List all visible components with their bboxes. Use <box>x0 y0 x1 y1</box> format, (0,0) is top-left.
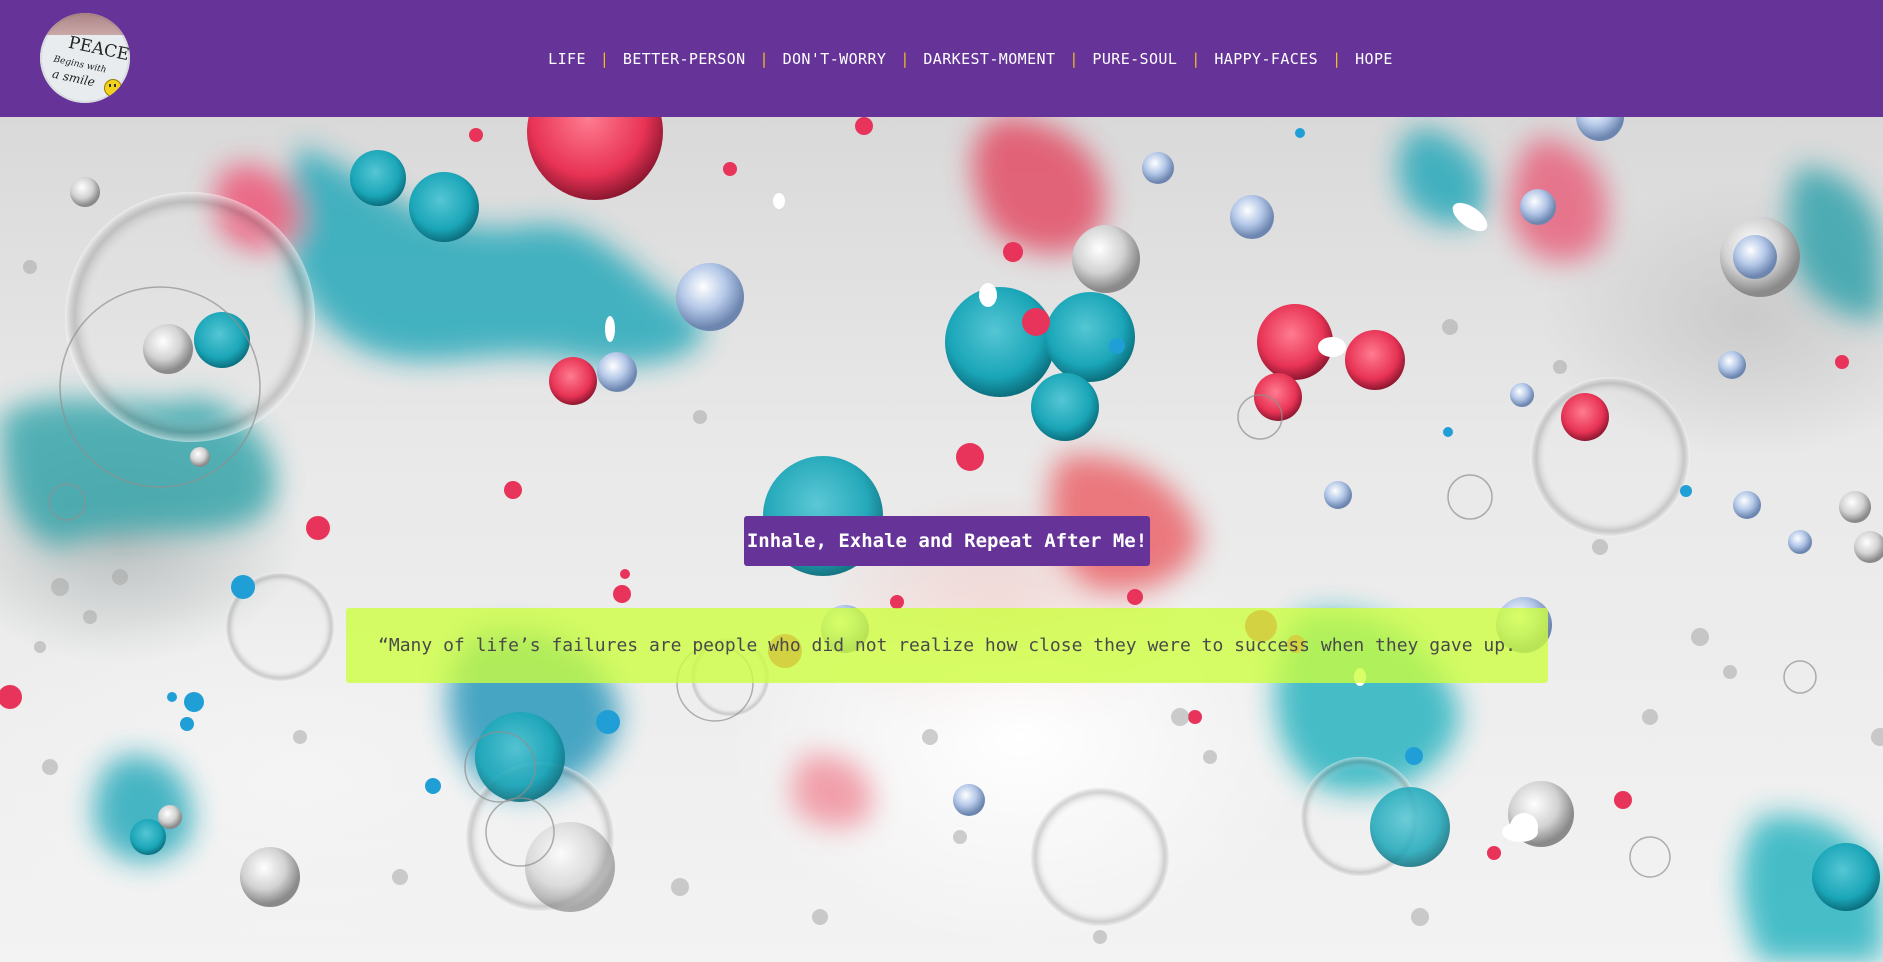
hero-background: Inhale, Exhale and Repeat After Me! “Man… <box>0 117 1883 962</box>
nav-separator: | <box>1069 49 1079 68</box>
nav-pure-soul[interactable]: PURE-SOUL <box>1092 50 1177 68</box>
nav-happy-faces[interactable]: HAPPY-FACES <box>1214 50 1318 68</box>
nav-separator: | <box>759 49 769 68</box>
main-nav: LIFE | BETTER-PERSON | DON'T-WORRY | DAR… <box>0 0 1883 117</box>
top-navbar: PEACE Begins with a smile LIFE | BETTER-… <box>0 0 1883 117</box>
nav-darkest-moment[interactable]: DARKEST-MOMENT <box>923 50 1055 68</box>
nav-life[interactable]: LIFE <box>548 50 586 68</box>
nav-separator: | <box>1332 49 1342 68</box>
nav-separator: | <box>599 49 609 68</box>
nav-hope[interactable]: HOPE <box>1355 50 1393 68</box>
nav-separator: | <box>900 49 910 68</box>
tagline-banner: Inhale, Exhale and Repeat After Me! <box>744 516 1150 566</box>
nav-better-person[interactable]: BETTER-PERSON <box>623 50 746 68</box>
nav-dont-worry[interactable]: DON'T-WORRY <box>783 50 887 68</box>
nav-separator: | <box>1191 49 1201 68</box>
quote-text: “Many of life’s failures are people who … <box>346 608 1548 683</box>
